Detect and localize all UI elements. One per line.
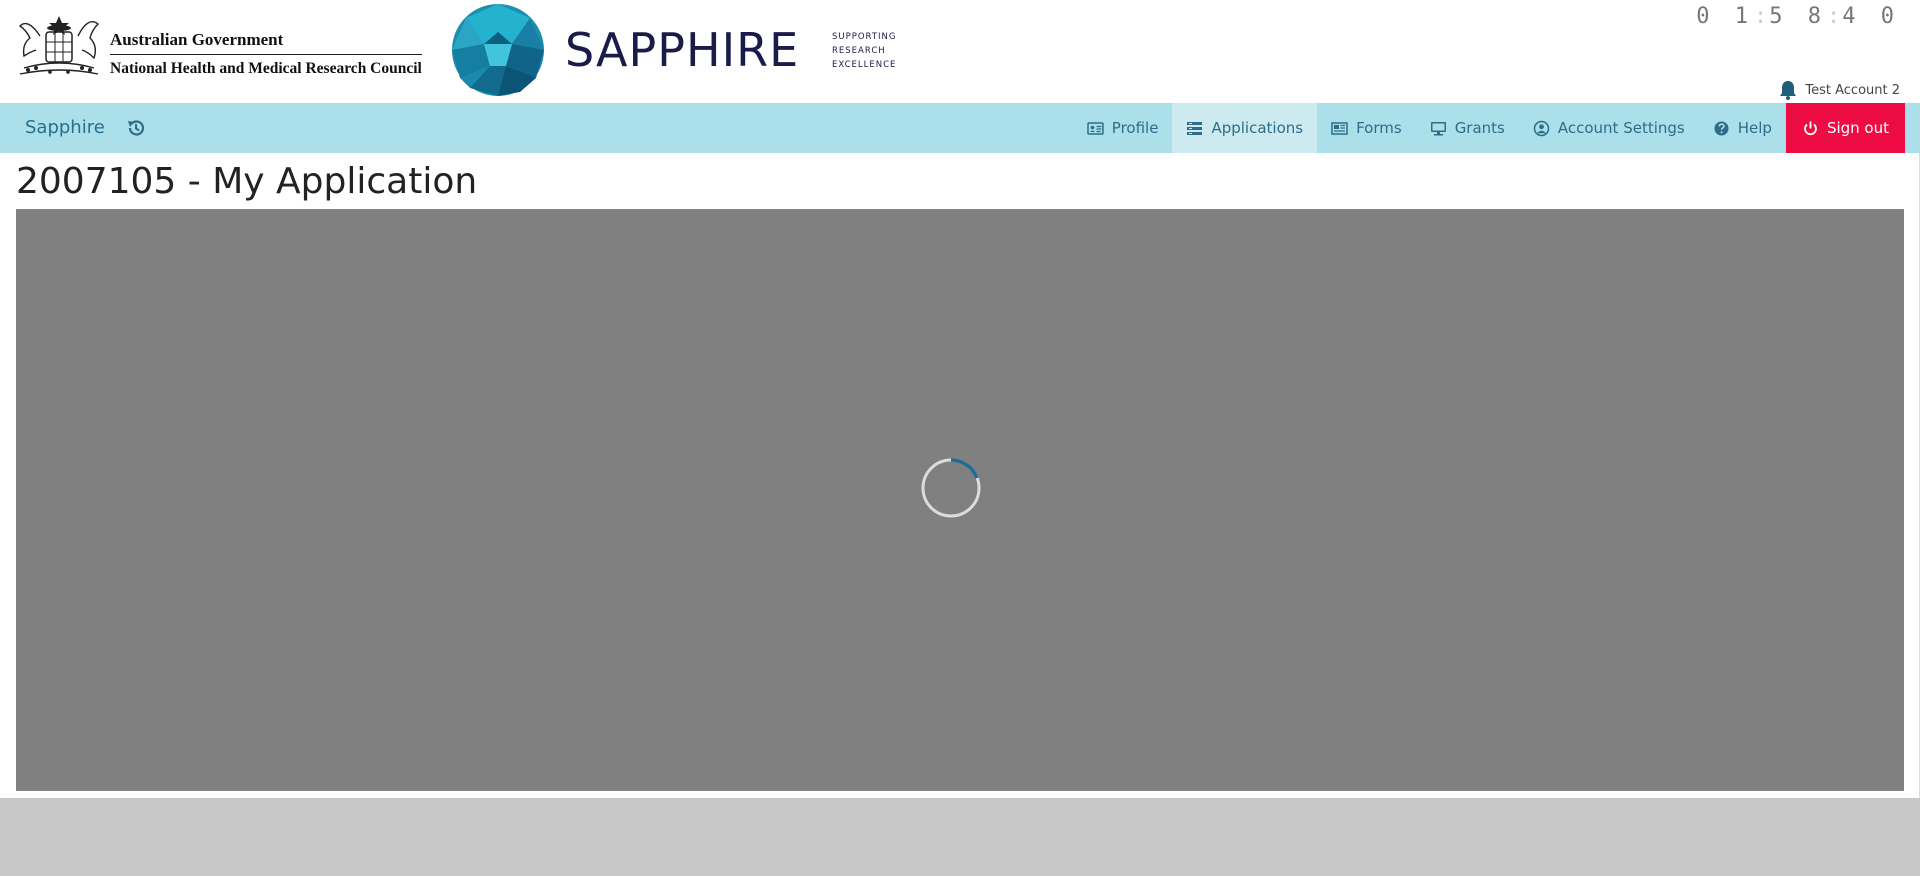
timer-separator: : xyxy=(1754,4,1770,29)
nav-account-settings-label: Account Settings xyxy=(1557,119,1685,137)
sapphire-gem-icon xyxy=(452,4,544,96)
list-icon xyxy=(1187,121,1203,135)
nav-grants-label: Grants xyxy=(1454,119,1505,137)
tagline-line: SUPPORTING xyxy=(832,32,897,42)
nav-applications-label: Applications xyxy=(1211,119,1304,137)
nav-help-label: Help xyxy=(1737,119,1772,137)
history-icon[interactable] xyxy=(126,118,146,138)
newspaper-icon xyxy=(1331,121,1348,135)
gov-name-text: Australian Government xyxy=(110,30,422,55)
site-header: Australian Government National Health an… xyxy=(0,0,1920,103)
nav-profile[interactable]: Profile xyxy=(1073,103,1173,153)
bell-icon[interactable] xyxy=(1779,80,1797,100)
nav-grants[interactable]: Grants xyxy=(1416,103,1519,153)
session-timer: 0 1:5 8:4 0 xyxy=(1696,4,1900,29)
timer-separator: : xyxy=(1827,4,1843,29)
nav-forms[interactable]: Forms xyxy=(1317,103,1416,153)
government-wordmark: Australian Government National Health an… xyxy=(110,30,422,79)
nav-forms-label: Forms xyxy=(1356,119,1402,137)
navbar-menu: Profile Applications Forms Grants Accoun… xyxy=(1073,103,1905,153)
account-name[interactable]: Test Account 2 xyxy=(1805,83,1900,98)
sign-out-button[interactable]: Sign out xyxy=(1785,103,1905,153)
monitor-icon xyxy=(1430,121,1446,135)
profile-card-icon xyxy=(1087,121,1104,135)
timer-seconds: 4 0 xyxy=(1842,4,1900,29)
loading-spinner-icon xyxy=(921,458,981,518)
tagline-line: RESEARCH xyxy=(832,46,886,56)
agency-name-text: National Health and Medical Research Cou… xyxy=(110,60,422,77)
main-navbar: Sapphire Profile Applications Forms Gran… xyxy=(0,103,1920,153)
brand-tagline: SUPPORTING RESEARCH EXCELLENCE xyxy=(832,30,897,72)
nav-applications[interactable]: Applications xyxy=(1172,103,1318,153)
power-icon xyxy=(1804,121,1817,135)
nav-help[interactable]: Help xyxy=(1699,103,1786,153)
sapphire-logo[interactable]: SAPPHIRE SUPPORTING RESEARCH EXCELLENCE xyxy=(452,4,912,96)
user-circle-icon xyxy=(1533,120,1550,136)
brand-name: SAPPHIRE xyxy=(565,23,800,77)
main-content: 2007105 - My Application xyxy=(0,153,1920,798)
australian-government-logo[interactable]: Australian Government National Health an… xyxy=(8,8,422,82)
coat-of-arms-icon xyxy=(18,16,100,75)
navbar-brand-link[interactable]: Sapphire xyxy=(25,103,105,153)
question-circle-icon xyxy=(1714,121,1729,135)
nav-account-settings[interactable]: Account Settings xyxy=(1519,103,1699,153)
nav-profile-label: Profile xyxy=(1111,119,1159,137)
account-info: Test Account 2 xyxy=(1779,80,1900,100)
sign-out-label: Sign out xyxy=(1826,119,1889,137)
timer-hours: 0 1 xyxy=(1696,4,1754,29)
page: Australian Government National Health an… xyxy=(0,0,1920,876)
loading-overlay xyxy=(16,209,1904,791)
page-title: 2007105 - My Application xyxy=(16,161,478,202)
timer-minutes: 5 8 xyxy=(1769,4,1827,29)
tagline-line: EXCELLENCE xyxy=(832,60,897,70)
